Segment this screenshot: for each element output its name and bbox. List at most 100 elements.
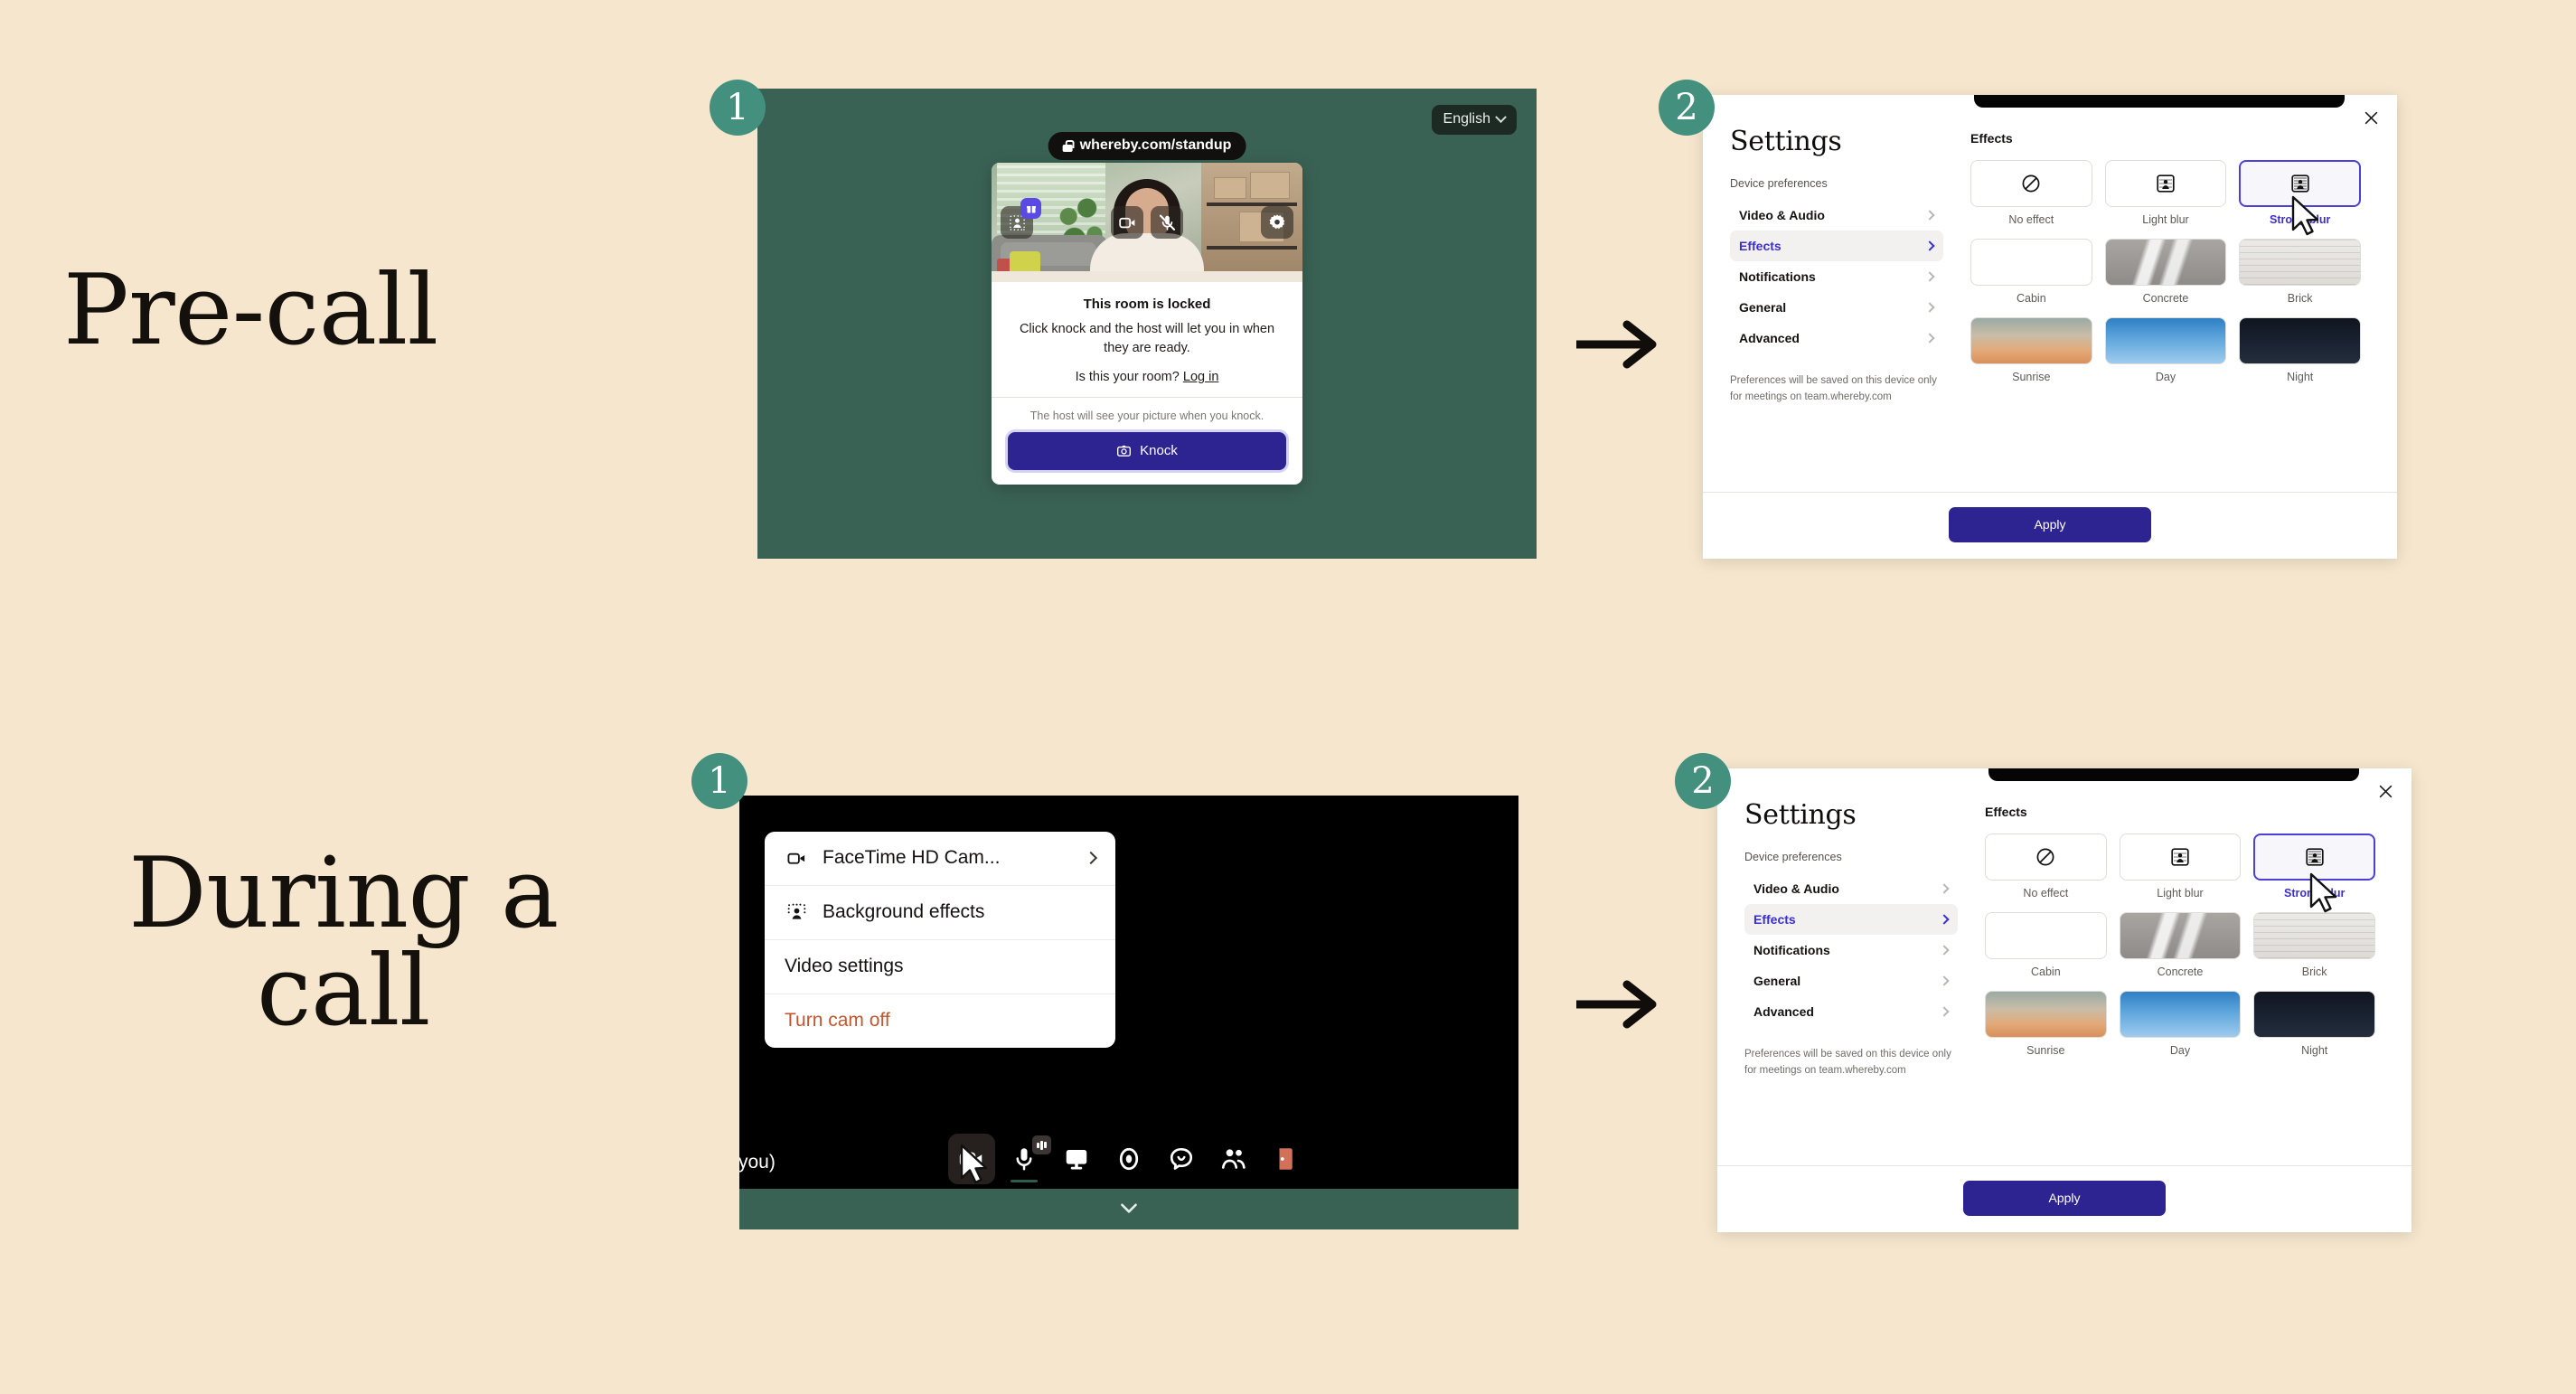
effect-option-brick[interactable]: Brick	[2239, 239, 2361, 305]
mic-button[interactable]	[1001, 1134, 1051, 1184]
sidebar-item-effects[interactable]: Effects	[1744, 904, 1958, 935]
video-preview-strip	[1988, 768, 2359, 781]
section-heading-during: During a call	[128, 837, 559, 1048]
effect-tile[interactable]	[2239, 317, 2361, 364]
effect-option-no-effect[interactable]: No effect	[1985, 834, 2107, 900]
knock-card: This room is locked Click knock and the …	[992, 163, 1302, 485]
knock-card-login-row: Is this your room? Log in	[1010, 370, 1284, 384]
effect-tile[interactable]	[1985, 834, 2107, 881]
sidebar-label: Advanced	[1739, 331, 1800, 345]
apply-button[interactable]: Apply	[1949, 507, 2151, 542]
effect-option-concrete[interactable]: Concrete	[2104, 239, 2227, 305]
close-icon[interactable]	[2359, 106, 2383, 129]
chevron-down-icon[interactable]	[1117, 1196, 1141, 1220]
sidebar-item-advanced[interactable]: Advanced	[1730, 323, 1943, 353]
effect-tile[interactable]	[2119, 834, 2242, 881]
apply-button[interactable]: Apply	[1963, 1181, 2166, 1216]
menu-item-turn-cam-off[interactable]: Turn cam off	[765, 994, 1115, 1048]
record-button[interactable]	[1105, 1134, 1152, 1184]
effect-tile[interactable]	[2104, 317, 2227, 364]
sidebar-item-general[interactable]: General	[1730, 292, 1943, 323]
knock-button[interactable]: Knock	[1008, 432, 1286, 471]
effect-tile[interactable]	[2119, 991, 2242, 1038]
camera-button[interactable]	[948, 1134, 995, 1184]
knock-footer-note: The host will see your picture when you …	[1029, 410, 1264, 423]
step-badge-precall-2: 2	[1659, 80, 1715, 136]
effect-option-day[interactable]: Day	[2104, 317, 2227, 383]
menu-item-camera-device[interactable]: FaceTime HD Cam...	[765, 832, 1115, 886]
effect-option-night[interactable]: Night	[2239, 317, 2361, 383]
menu-item-video-settings[interactable]: Video settings	[765, 940, 1115, 994]
effect-label: Night	[2287, 371, 2314, 383]
sidebar-item-general[interactable]: General	[1744, 965, 1958, 996]
sidebar-item-advanced[interactable]: Advanced	[1744, 996, 1958, 1027]
effect-tile[interactable]	[1985, 912, 2107, 959]
sidebar-item-effects[interactable]: Effects	[1730, 231, 1943, 261]
chevron-right-icon	[1084, 851, 1098, 865]
effect-tile[interactable]	[2253, 834, 2375, 881]
sidebar-label: Advanced	[1753, 1004, 1814, 1019]
close-icon[interactable]	[2374, 779, 2397, 803]
menu-item-background-effects[interactable]: Background effects	[765, 886, 1115, 940]
effect-option-concrete[interactable]: Concrete	[2119, 912, 2242, 978]
effect-tile[interactable]	[1970, 160, 2092, 207]
mic-button[interactable]	[1151, 206, 1183, 239]
effect-tile[interactable]	[2239, 239, 2361, 286]
effect-option-day[interactable]: Day	[2119, 991, 2242, 1057]
effect-option-cabin[interactable]: Cabin	[1985, 912, 2107, 978]
effect-label: Cabin	[2016, 292, 2046, 305]
effect-option-strong-blur[interactable]: Strong blur	[2239, 160, 2361, 226]
effect-label: Sunrise	[2026, 1044, 2065, 1057]
sidebar-item-video-audio[interactable]: Video & Audio	[1730, 200, 1943, 231]
settings-title: Settings	[1730, 126, 1842, 157]
effect-option-brick[interactable]: Brick	[2253, 912, 2375, 978]
effect-option-sunrise[interactable]: Sunrise	[1970, 317, 2092, 383]
knock-card-footer: The host will see your picture when you …	[992, 397, 1302, 485]
settings-dialog-precall: Settings Device preferences Video & Audi…	[1703, 95, 2397, 559]
chat-button[interactable]	[1158, 1134, 1205, 1184]
knock-card-body: This room is locked Click knock and the …	[992, 282, 1302, 397]
effect-tile[interactable]	[1970, 239, 2092, 286]
leave-door-icon	[1279, 1148, 1293, 1170]
gear-icon	[1269, 214, 1285, 230]
sidebar-item-notifications[interactable]: Notifications	[1744, 935, 1958, 965]
sidebar-item-video-audio[interactable]: Video & Audio	[1744, 873, 1958, 904]
effect-label: Strong blur	[2269, 213, 2331, 226]
effect-option-strong-blur[interactable]: Strong blur	[2253, 834, 2375, 900]
record-icon	[1119, 1147, 1139, 1171]
camera-photo-icon	[1117, 445, 1132, 457]
effect-option-no-effect[interactable]: No effect	[1970, 160, 2092, 226]
chevron-right-icon	[1939, 914, 1950, 925]
effect-tile[interactable]	[2104, 160, 2227, 207]
knock-card-title: This room is locked	[1083, 297, 1211, 312]
leave-button[interactable]	[1263, 1134, 1310, 1184]
effect-tile[interactable]	[2119, 912, 2242, 959]
settings-dialog-during-call: Settings Device preferences Video & Audi…	[1717, 768, 2411, 1232]
effect-option-night[interactable]: Night	[2253, 991, 2375, 1057]
effect-tile[interactable]	[2253, 991, 2375, 1038]
effect-option-light-blur[interactable]: Light blur	[2104, 160, 2227, 226]
camera-button[interactable]	[1111, 206, 1143, 239]
effect-tile[interactable]	[1970, 317, 2092, 364]
no-effect-icon	[2022, 174, 2040, 193]
participant-label: (you)	[739, 1152, 776, 1173]
language-selector[interactable]: English	[1431, 105, 1517, 135]
settings-sidebar: Settings Device preferences Video & Audi…	[1717, 768, 1985, 1165]
gift-icon	[1026, 204, 1036, 212]
sidebar-item-notifications[interactable]: Notifications	[1730, 261, 1943, 292]
effect-tile[interactable]	[1985, 991, 2107, 1038]
effect-label: Strong blur	[2283, 887, 2346, 900]
people-button[interactable]	[1210, 1134, 1257, 1184]
settings-button[interactable]	[1261, 206, 1293, 239]
effect-option-sunrise[interactable]: Sunrise	[1985, 991, 2107, 1057]
effects-button[interactable]	[1001, 198, 1041, 239]
effect-label: Light blur	[2142, 213, 2189, 226]
chevron-right-icon	[1924, 271, 1935, 282]
effect-tile[interactable]	[2239, 160, 2361, 207]
screenshare-button[interactable]	[1053, 1134, 1100, 1184]
effect-option-light-blur[interactable]: Light blur	[2119, 834, 2242, 900]
effect-tile[interactable]	[2253, 912, 2375, 959]
effect-tile[interactable]	[2104, 239, 2227, 286]
login-link[interactable]: Log in	[1183, 370, 1219, 384]
effect-option-cabin[interactable]: Cabin	[1970, 239, 2092, 305]
